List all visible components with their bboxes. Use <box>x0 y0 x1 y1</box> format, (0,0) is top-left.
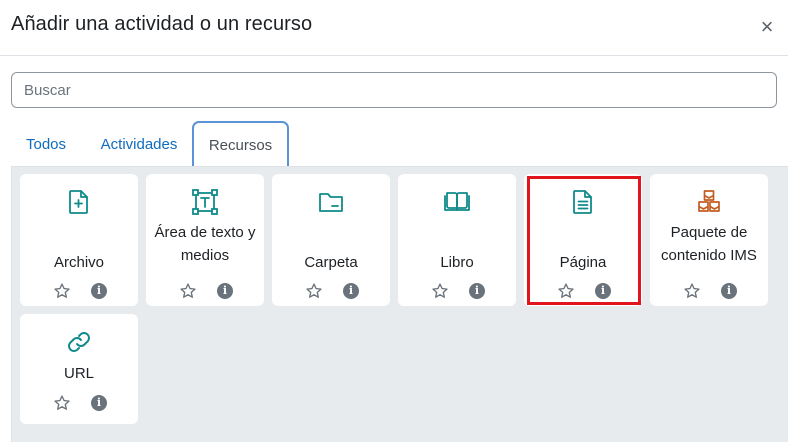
resource-card-libro[interactable]: Libro i <box>398 174 516 306</box>
book-icon <box>398 188 516 216</box>
file-plus-icon <box>20 188 138 216</box>
cubes-icon <box>650 188 768 216</box>
resource-label: Carpeta <box>304 254 358 271</box>
resource-card-url[interactable]: URL i <box>20 314 138 424</box>
resource-label: Área de texto y medios <box>154 224 256 264</box>
resource-label: Libro <box>440 254 474 271</box>
star-icon[interactable] <box>179 282 197 300</box>
resource-card-paquete-ims[interactable]: Paquete de contenido IMS i <box>650 174 768 306</box>
info-icon[interactable]: i <box>721 283 737 299</box>
tab-recursos[interactable]: Recursos <box>192 121 289 168</box>
resource-card-area-de-texto[interactable]: Área de texto y medios i <box>146 174 264 306</box>
info-icon[interactable]: i <box>217 283 233 299</box>
resource-label: Archivo <box>53 254 105 271</box>
tab-actividades[interactable]: Actividades <box>97 121 181 168</box>
resource-label: Paquete de contenido IMS <box>661 224 757 264</box>
star-icon[interactable] <box>305 282 323 300</box>
info-icon[interactable]: i <box>91 283 107 299</box>
star-icon[interactable] <box>431 282 449 300</box>
modal-title: Añadir una actividad o un recurso <box>11 13 313 35</box>
search-input[interactable] <box>11 72 777 108</box>
info-icon[interactable]: i <box>469 283 485 299</box>
star-icon[interactable] <box>53 282 71 300</box>
resource-label: URL <box>63 365 94 382</box>
text-frame-icon <box>146 188 264 216</box>
info-icon[interactable]: i <box>91 395 107 411</box>
highlight-box <box>527 176 641 305</box>
link-icon <box>20 328 138 356</box>
info-icon[interactable]: i <box>343 283 359 299</box>
folder-icon <box>272 188 390 216</box>
tab-bar: Todos Actividades Recursos <box>11 121 777 168</box>
resource-card-archivo[interactable]: Archivo i <box>20 174 138 306</box>
star-icon[interactable] <box>53 394 71 412</box>
resource-grid: Archivo i Área de texto y medios i Carpe… <box>11 166 788 442</box>
star-icon[interactable] <box>683 282 701 300</box>
tab-todos[interactable]: Todos <box>16 121 76 168</box>
resource-card-carpeta[interactable]: Carpeta i <box>272 174 390 306</box>
close-button[interactable]: × <box>756 14 778 40</box>
modal-header: Añadir una actividad o un recurso × <box>0 0 788 56</box>
